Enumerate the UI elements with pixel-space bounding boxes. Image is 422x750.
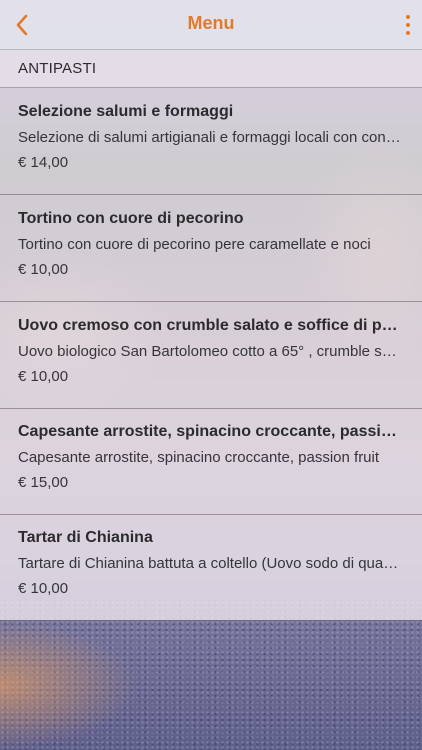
back-button[interactable]	[4, 8, 40, 42]
menu-list: ANTIPASTI Selezione salumi e formaggi Se…	[0, 50, 422, 621]
background-light-glow	[0, 620, 140, 750]
menu-item[interactable]: Tartar di Chianina Tartare di Chianina b…	[0, 514, 422, 621]
menu-item[interactable]: Capesante arrostite, spinacino croccante…	[0, 408, 422, 515]
menu-item-name: Selezione salumi e formaggi	[18, 103, 234, 120]
page-title: Menu	[187, 13, 235, 33]
menu-item-description: Tortino con cuore di pecorino pere caram…	[18, 236, 371, 253]
menu-item-name: Capesante arrostite, spinacino croccante…	[18, 423, 406, 440]
section-title: ANTIPASTI	[18, 60, 97, 77]
menu-item-price: € 14,00	[18, 154, 69, 171]
navigation-bar: Menu	[0, 0, 422, 50]
menu-item[interactable]: Tortino con cuore di pecorino Tortino co…	[0, 195, 422, 302]
vertical-ellipsis-icon	[406, 15, 410, 19]
menu-item-price: € 15,00	[18, 474, 69, 491]
menu-item-price: € 10,00	[18, 261, 69, 278]
menu-item[interactable]: Selezione salumi e formaggi Selezione di…	[0, 88, 422, 195]
chevron-left-icon	[16, 14, 28, 36]
more-options-button[interactable]	[400, 10, 416, 40]
menu-item-name: Uovo cremoso con crumble salato e soffic…	[18, 317, 406, 334]
menu-item-price: € 10,00	[18, 580, 69, 597]
menu-item-price: € 10,00	[18, 368, 69, 385]
menu-item[interactable]: Uovo cremoso con crumble salato e soffic…	[0, 302, 422, 409]
menu-item-name: Tartar di Chianina	[18, 529, 153, 546]
menu-item-description: Uovo biologico San Bartolomeo cotto a 65…	[18, 343, 404, 360]
menu-item-description: Capesante arrostite, spinacino croccante…	[18, 449, 380, 466]
section-header: ANTIPASTI	[0, 50, 422, 88]
menu-item-description: Selezione di salumi artigianali e formag…	[18, 129, 404, 146]
menu-item-name: Tortino con cuore di pecorino	[18, 210, 244, 227]
menu-item-description: Tartare di Chianina battuta a coltello (…	[18, 555, 404, 572]
